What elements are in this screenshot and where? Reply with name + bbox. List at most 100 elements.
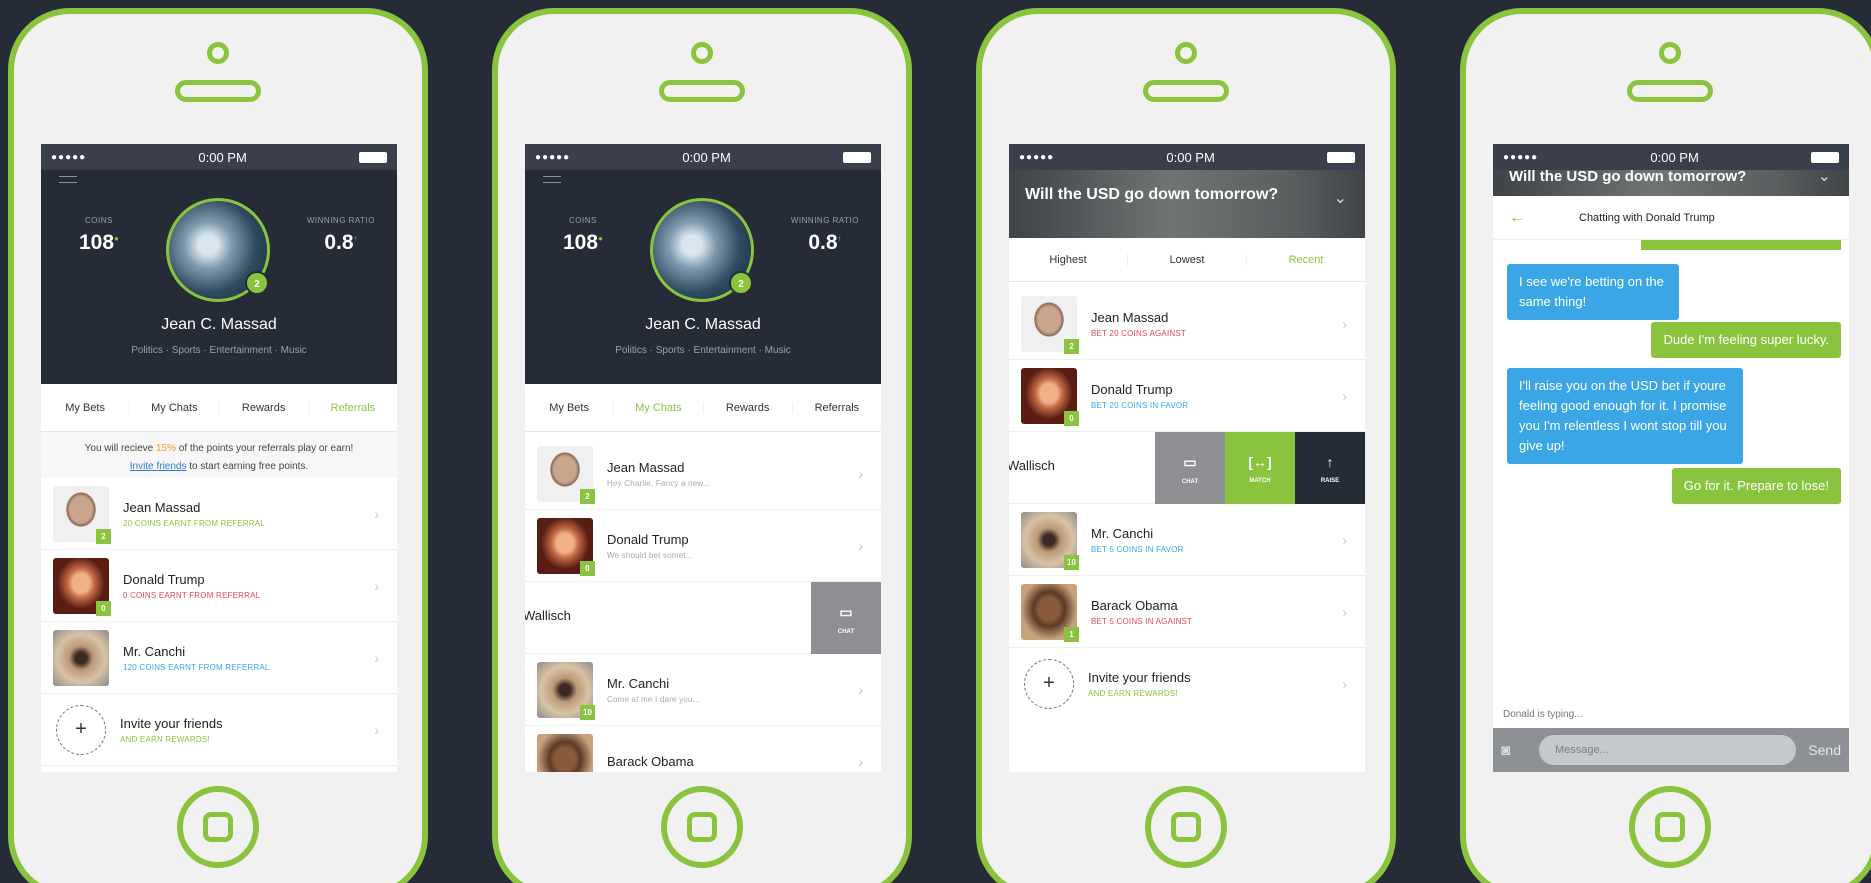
row-subtitle: Hey Charlie, Fancy a new... [607, 478, 711, 488]
list-item[interactable]: 1 Barack Obama BET 5 COINS IN AGAINST › [1009, 576, 1365, 648]
tab-referrals[interactable]: Referrals [309, 402, 397, 414]
screen-chat: ●●●●● 0:00 PM Will the USD go down tomor… [1493, 144, 1849, 772]
row-name: Barack Obama [607, 754, 694, 769]
tab-bar: My Bets My Chats Rewards Referrals [41, 384, 397, 432]
home-button[interactable] [661, 786, 743, 868]
row-subtitle: BET 5 COINS IN AGAINST [1091, 616, 1193, 626]
back-arrow-icon[interactable]: ← [1509, 209, 1579, 227]
home-button[interactable] [177, 786, 259, 868]
chevron-right-icon: › [374, 505, 379, 522]
list-item[interactable]: 0 Donald Trump BET 20 COINS IN FAVOR › [1009, 360, 1365, 432]
chevron-right-icon: › [1342, 531, 1347, 548]
phone-bets: ●●●●● 0:00 PM Will the USD go down tomor… [976, 8, 1396, 883]
question-header[interactable]: Will the USD go down tomorrow? ⌄ [1009, 170, 1365, 238]
invite-row[interactable]: + Invite your friends AND EARN REWARDS! › [1009, 648, 1365, 720]
chevron-right-icon: › [374, 649, 379, 666]
home-button[interactable] [1629, 786, 1711, 868]
status-time: 0:00 PM [1650, 149, 1699, 165]
list-item[interactable]: Barack Obama › [525, 726, 881, 772]
row-name: Wallisch [525, 608, 571, 623]
list-item[interactable]: 0 Donald Trump 0 COINS EARNT FROM REFERRA… [41, 550, 397, 622]
ratio-value: 0.8 [324, 231, 354, 254]
tab-rewards[interactable]: Rewards [704, 401, 793, 414]
message-bubble-outgoing: Dude I'm feeling super lucky. [1651, 322, 1841, 358]
screen-referrals: ●●●●● 0:00 PM COINS 108● 2 WINNING RATIO… [41, 144, 397, 772]
phone-referrals: ●●●●● 0:00 PM COINS 108● 2 WINNING RATIO… [8, 8, 428, 883]
chevron-down-icon[interactable]: ⌄ [1334, 188, 1347, 208]
invite-text: to start earning free points. [186, 461, 309, 472]
tab-rewards[interactable]: Rewards [220, 401, 309, 414]
tab-my-chats[interactable]: My Chats [130, 401, 220, 414]
row-name: Mr. Canchi [607, 675, 670, 691]
plus-icon: + [56, 704, 106, 755]
chat-list: 2 Jean Massad Hey Charlie, Fancy a new...… [525, 438, 881, 772]
message-input[interactable]: Message... [1539, 735, 1797, 765]
avatar: 2 [537, 445, 595, 504]
list-item[interactable]: 10 Mr. Canchi Come at me I dare you... › [525, 654, 881, 726]
chat-action-button[interactable]: ▭ CHAT [1155, 432, 1225, 504]
chevron-down-icon[interactable]: ⌄ [1818, 169, 1831, 185]
row-name: Jean Massad [123, 499, 201, 515]
list-item[interactable]: 10 Mr. Canchi BET 5 COINS IN FAVOR › [1009, 504, 1365, 576]
profile-tags: Politics · Sports · Entertainment · Musi… [131, 345, 307, 356]
camera-icon [1659, 42, 1681, 64]
avatar: 2 [53, 485, 111, 544]
row-subtitle: We should bet somet... [607, 550, 694, 560]
camera-icon[interactable]: ◙ [1501, 742, 1527, 759]
row-subtitle: 20 COINS EARNT FROM REFERRAL [123, 518, 265, 528]
list-item[interactable]: 2 Jean Massad Hey Charlie, Fancy a new...… [525, 438, 881, 510]
speaker-icon [175, 80, 261, 102]
battery-icon [1811, 151, 1839, 163]
chat-icon: ▭ [1183, 454, 1197, 470]
chevron-right-icon: › [374, 721, 379, 738]
battery-icon [843, 151, 871, 163]
speaker-icon [1143, 80, 1229, 102]
match-action-button[interactable]: [↔] MATCH [1225, 432, 1295, 504]
level-badge: 10 [580, 704, 595, 720]
action-label: CHAT [837, 629, 855, 635]
swiped-row[interactable]: Wallisch ▭ CHAT [↔] MATCH ↑ RAISE [1009, 432, 1365, 504]
row-name: Wallisch [1009, 458, 1055, 473]
avatar[interactable]: 2 [166, 198, 270, 302]
sort-highest[interactable]: Highest [1009, 253, 1128, 266]
home-button[interactable] [1145, 786, 1227, 868]
tab-my-chats[interactable]: My Chats [614, 401, 704, 414]
referral-list: 2 Jean Massad 20 COINS EARNT FROM REFERRA… [41, 478, 397, 766]
screen-bets: ●●●●● 0:00 PM Will the USD go down tomor… [1009, 144, 1365, 772]
level-badge: 0 [580, 560, 595, 576]
row-subtitle: 120 COINS EARNT FROM REFERRAL [123, 662, 270, 672]
coins-stat: COINS 108● [79, 216, 119, 254]
question-title: Will the USD go down tomorrow? [1025, 186, 1279, 203]
raise-action-button[interactable]: ↑ RAISE [1295, 432, 1365, 504]
row-name: Mr. Canchi [123, 643, 186, 659]
invite-friends-link[interactable]: Invite friends [130, 461, 187, 472]
menu-icon[interactable] [59, 176, 77, 188]
camera-icon [1175, 42, 1197, 64]
list-item[interactable]: 2 Jean Massad 20 COINS EARNT FROM REFERRA… [41, 478, 397, 550]
level-badge: 2 [96, 528, 111, 544]
avatar[interactable]: 2 [650, 198, 754, 302]
profile-header: COINS 108● 2 WINNING RATIO 0.8↑ Jean C. … [41, 170, 397, 384]
send-button[interactable]: Send [1808, 742, 1841, 758]
action-label: MATCH [1249, 478, 1271, 484]
list-item[interactable]: Mr. Canchi 120 COINS EARNT FROM REFERRAL … [41, 622, 397, 694]
sort-recent[interactable]: Recent [1247, 254, 1365, 266]
sort-lowest[interactable]: Lowest [1128, 253, 1247, 266]
level-badge: 2 [245, 271, 269, 295]
chat-action-button[interactable]: ▭ CHAT [811, 582, 881, 654]
menu-icon[interactable] [543, 176, 561, 188]
tab-my-bets[interactable]: My Bets [525, 401, 615, 414]
row-name: Mr. Canchi [1091, 525, 1154, 541]
invite-row[interactable]: + Invite your friends AND EARN REWARDS! › [41, 694, 397, 766]
tab-my-bets[interactable]: My Bets [41, 401, 131, 414]
ratio-stat: WINNING RATIO 0.8↑ [790, 216, 859, 254]
question-header[interactable]: Will the USD go down tomorrow? ⌄ [1493, 169, 1849, 196]
row-name: Jean Massad [1091, 309, 1169, 325]
list-item[interactable]: 0 Donald Trump We should bet somet... › [525, 510, 881, 582]
tab-referrals[interactable]: Referrals [793, 402, 881, 414]
level-badge: 2 [729, 271, 753, 295]
typing-indicator: Donald is typing... [1503, 709, 1583, 720]
swiped-row[interactable]: Wallisch ▭ CHAT [525, 582, 881, 654]
message-bubble-partial [1641, 240, 1841, 250]
list-item[interactable]: 2 Jean Massad BET 20 COINS AGAINST › [1009, 288, 1365, 360]
